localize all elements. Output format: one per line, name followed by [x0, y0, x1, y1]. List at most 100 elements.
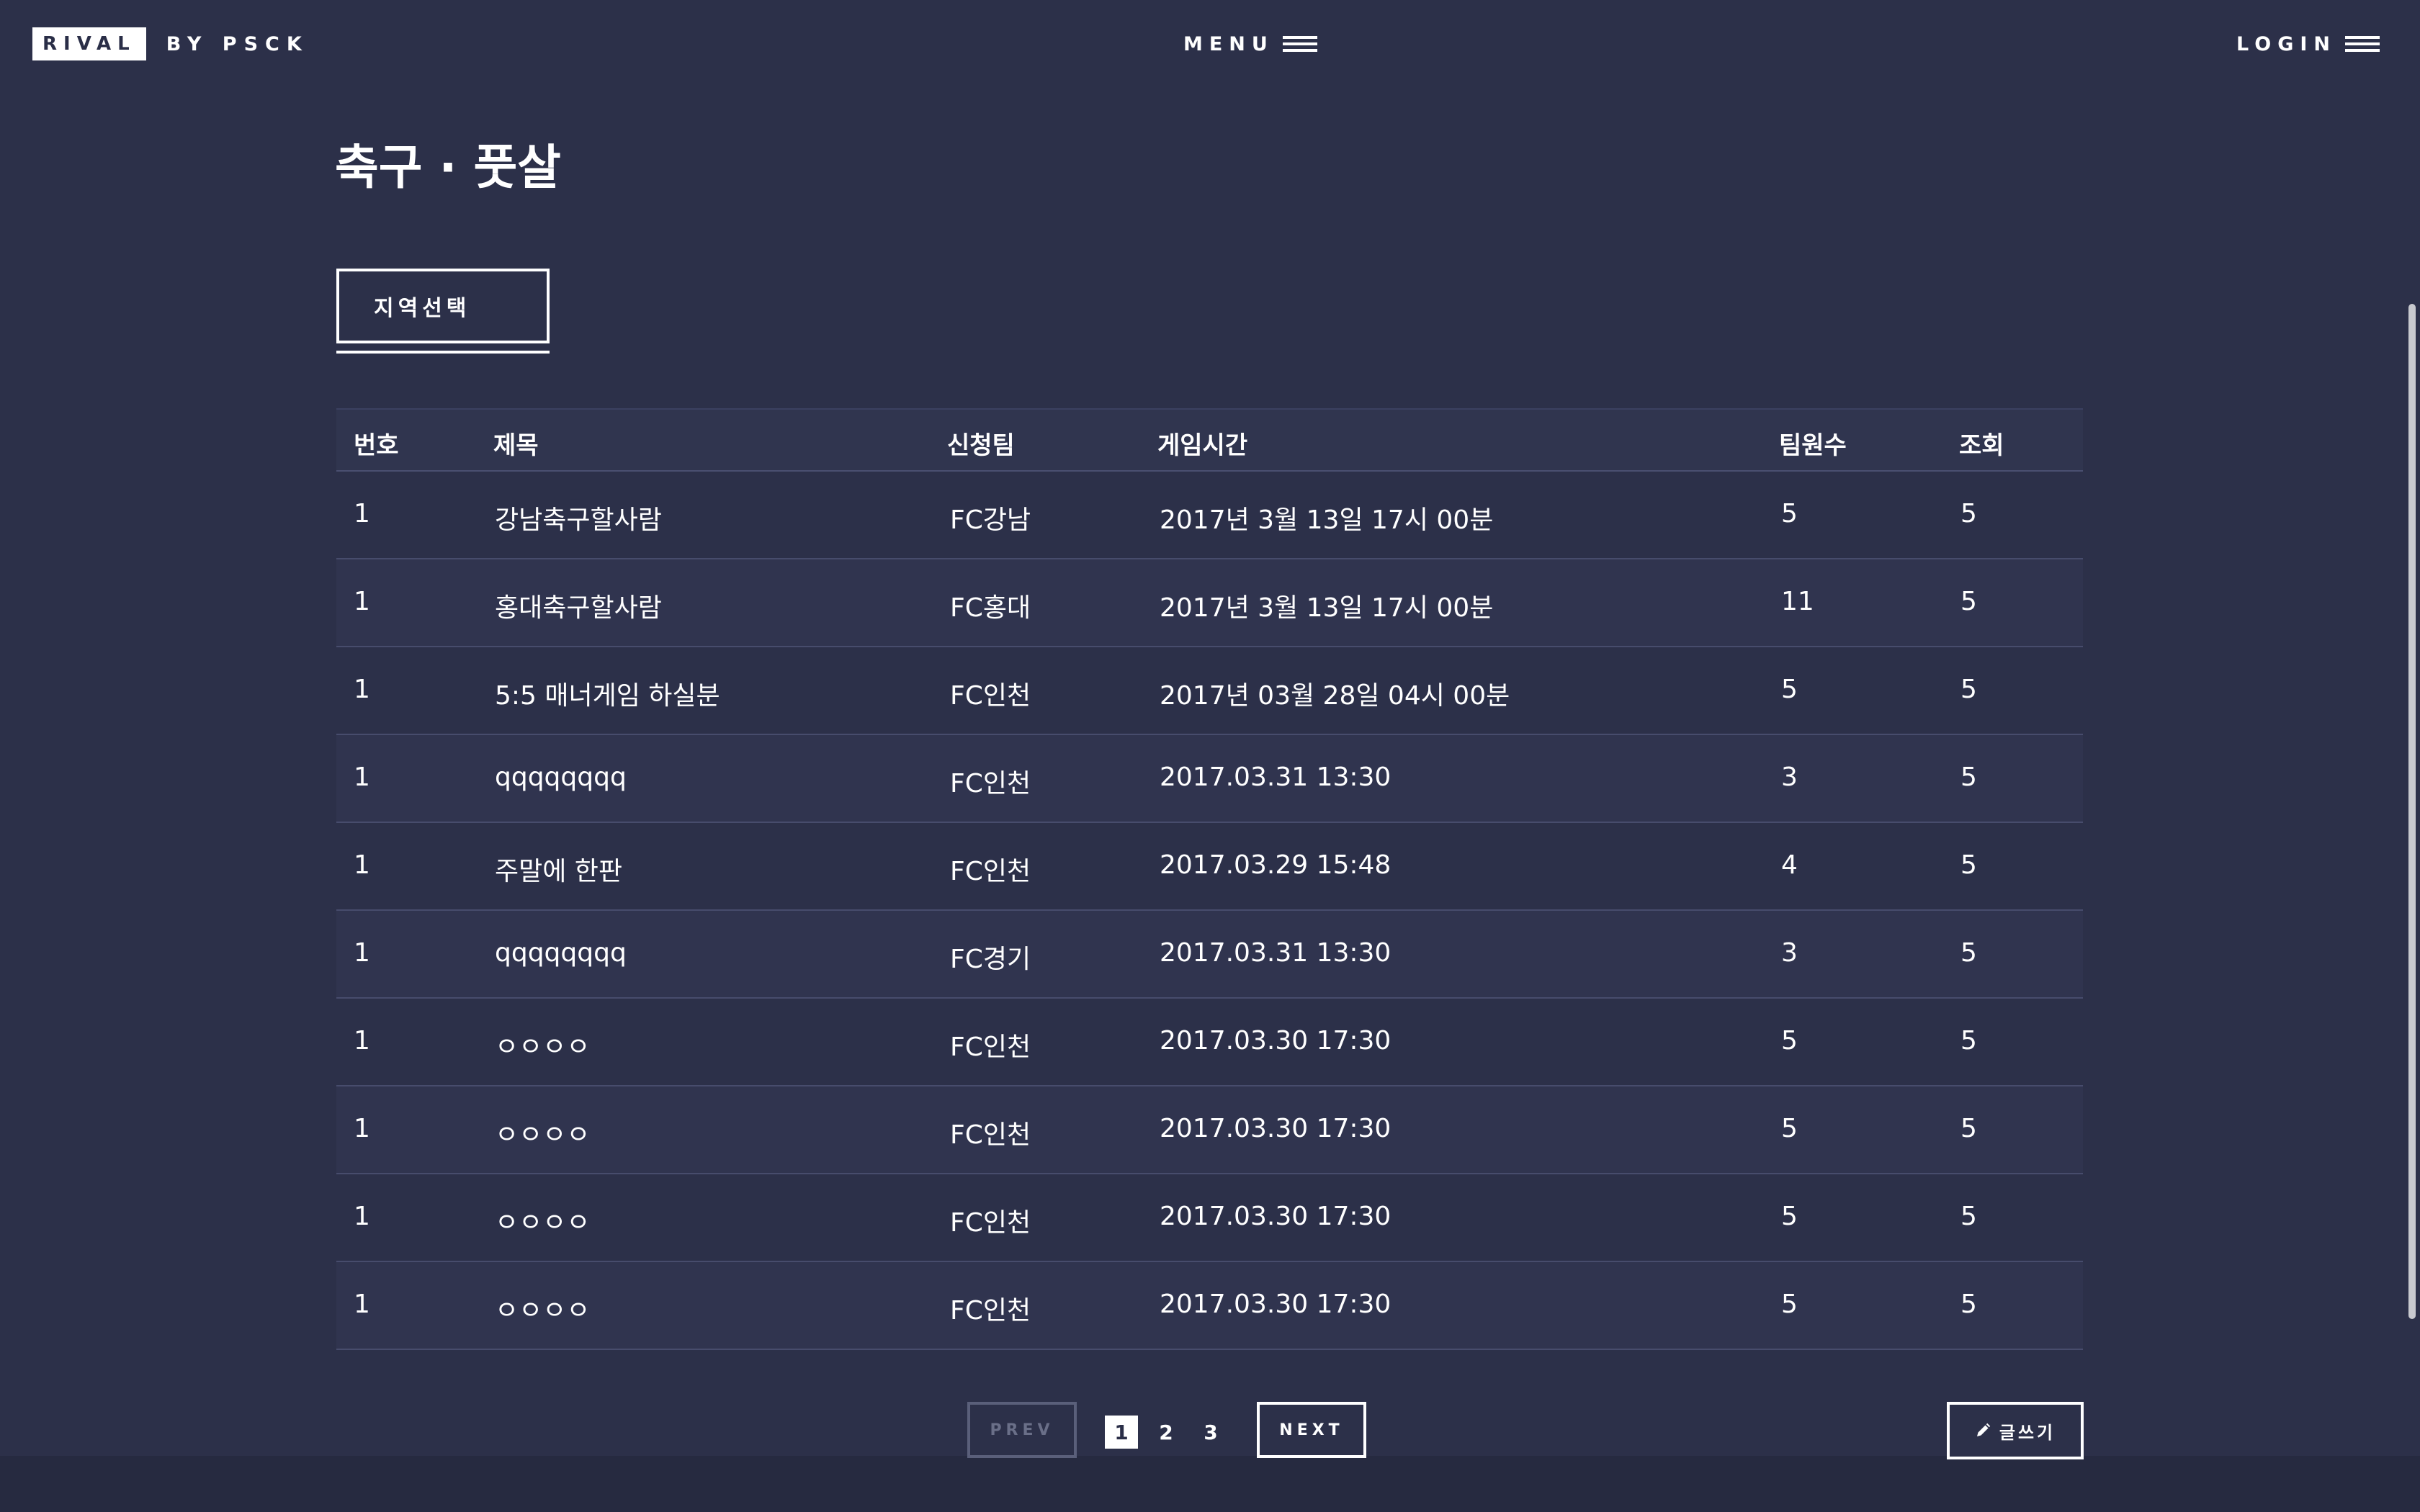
header-number: 번호 — [354, 431, 399, 460]
row-views: 5 — [1960, 499, 1977, 528]
row-title-link[interactable]: ㅇㅇㅇㅇ — [495, 1290, 590, 1327]
login-hamburger-icon — [2345, 36, 2380, 52]
row-title-link[interactable]: 강남축구할사람 — [495, 499, 662, 536]
row-member-count: 3 — [1781, 938, 1798, 968]
row-views: 5 — [1960, 938, 1977, 968]
row-views: 5 — [1960, 762, 1977, 792]
row-number: 1 — [354, 850, 370, 880]
row-member-count: 11 — [1781, 587, 1814, 616]
site-logo[interactable]: RIVAL BY PSCK — [32, 27, 309, 60]
row-game-time: 2017년 03월 28일 04시 00분 — [1160, 681, 1510, 711]
row-member-count: 5 — [1781, 1202, 1798, 1231]
header-title: 제목 — [493, 431, 539, 460]
write-post-button[interactable]: 글쓰기 — [1947, 1402, 2084, 1459]
row-team: FC홍대 — [950, 593, 1031, 623]
table-row[interactable]: 1 강남축구할사람 FC강남 2017년 3월 13일 17시 00분 5 5 — [336, 472, 2083, 559]
header-member-count: 팀원수 — [1779, 431, 1847, 460]
row-title-link[interactable]: qqqqqqqq — [495, 938, 627, 968]
row-game-time: 2017.03.30 17:30 — [1160, 1202, 1392, 1231]
row-member-count: 3 — [1781, 762, 1798, 792]
row-views: 5 — [1960, 675, 1977, 704]
row-team: FC인천 — [950, 1296, 1031, 1326]
next-page-button[interactable]: NEXT — [1257, 1402, 1366, 1458]
row-title-link[interactable]: 주말에 한판 — [495, 850, 622, 888]
row-number: 1 — [354, 499, 370, 528]
table-row[interactable]: 1 qqqqqqqq FC인천 2017.03.31 13:30 3 5 — [336, 735, 2083, 823]
pencil-icon — [1975, 1423, 1991, 1439]
table-row[interactable]: 1 qqqqqqqq FC경기 2017.03.31 13:30 3 5 — [336, 911, 2083, 999]
row-number: 1 — [354, 762, 370, 792]
region-underline-divider — [336, 351, 550, 354]
login-button[interactable]: LOGIN — [2236, 29, 2380, 59]
page-scrollbar-thumb[interactable] — [2408, 304, 2416, 1319]
row-number: 1 — [354, 587, 370, 616]
region-select-button[interactable]: 지역선택 — [336, 269, 550, 343]
row-number: 1 — [354, 675, 370, 704]
row-views: 5 — [1960, 1026, 1977, 1056]
row-views: 5 — [1960, 1114, 1977, 1143]
row-game-time: 2017.03.30 17:30 — [1160, 1290, 1392, 1319]
page-title: 축구 · 풋살 — [335, 140, 561, 195]
row-title-link[interactable]: qqqqqqqq — [495, 762, 627, 792]
prev-page-button[interactable]: PREV — [967, 1402, 1077, 1458]
login-label: LOGIN — [2236, 32, 2336, 55]
row-number: 1 — [354, 1290, 370, 1319]
row-team: FC인천 — [950, 1120, 1031, 1150]
table-row[interactable]: 1 ㅇㅇㅇㅇ FC인천 2017.03.30 17:30 5 5 — [336, 1262, 2083, 1350]
logo-box-text: RIVAL — [32, 27, 146, 60]
row-member-count: 5 — [1781, 499, 1798, 528]
row-member-count: 5 — [1781, 675, 1798, 704]
header-views: 조회 — [1959, 431, 2004, 460]
menu-button[interactable]: MENU — [1183, 29, 1317, 59]
row-team: FC강남 — [950, 505, 1031, 535]
row-views: 5 — [1960, 1290, 1977, 1319]
row-title-link[interactable]: ㅇㅇㅇㅇ — [495, 1114, 590, 1151]
write-button-label: 글쓰기 — [1999, 1422, 2056, 1443]
row-views: 5 — [1960, 1202, 1977, 1231]
table-row[interactable]: 1 ㅇㅇㅇㅇ FC인천 2017.03.30 17:30 5 5 — [336, 999, 2083, 1086]
row-game-time: 2017.03.31 13:30 — [1160, 762, 1392, 792]
row-member-count: 4 — [1781, 850, 1798, 880]
footer-band — [0, 1456, 2420, 1512]
top-navbar: RIVAL BY PSCK MENU LOGIN — [0, 0, 2420, 86]
row-team: FC인천 — [950, 1032, 1031, 1062]
row-number: 1 — [354, 1114, 370, 1143]
logo-by-text: BY PSCK — [166, 32, 309, 55]
row-game-time: 2017년 3월 13일 17시 00분 — [1160, 505, 1494, 535]
table-header: 번호 제목 신청팀 게임시간 팀원수 조회 — [336, 408, 2083, 472]
row-title-link[interactable]: 5:5 매너게임 하실분 — [495, 675, 720, 712]
row-views: 5 — [1960, 850, 1977, 880]
row-views: 5 — [1960, 587, 1977, 616]
table-row[interactable]: 1 ㅇㅇㅇㅇ FC인천 2017.03.30 17:30 5 5 — [336, 1174, 2083, 1262]
row-team: FC경기 — [950, 945, 1031, 974]
row-title-link[interactable]: ㅇㅇㅇㅇ — [495, 1202, 590, 1239]
page-number-1[interactable]: 1 — [1105, 1416, 1138, 1449]
row-member-count: 5 — [1781, 1114, 1798, 1143]
row-team: FC인천 — [950, 857, 1031, 886]
row-member-count: 5 — [1781, 1026, 1798, 1056]
row-number: 1 — [354, 1202, 370, 1231]
row-number: 1 — [354, 938, 370, 968]
page-number-3[interactable]: 3 — [1194, 1416, 1227, 1449]
row-game-time: 2017.03.31 13:30 — [1160, 938, 1392, 968]
row-game-time: 2017.03.29 15:48 — [1160, 850, 1392, 880]
row-team: FC인천 — [950, 681, 1031, 711]
header-game-time: 게임시간 — [1157, 431, 1248, 460]
row-game-time: 2017년 3월 13일 17시 00분 — [1160, 593, 1494, 623]
row-title-link[interactable]: 홍대축구할사람 — [495, 587, 662, 624]
row-team: FC인천 — [950, 769, 1031, 798]
board-table: 번호 제목 신청팀 게임시간 팀원수 조회 1 강남축구할사람 FC강남 201… — [336, 408, 2083, 1350]
table-row[interactable]: 1 주말에 한판 FC인천 2017.03.29 15:48 4 5 — [336, 823, 2083, 911]
header-team: 신청팀 — [947, 431, 1015, 460]
row-member-count: 5 — [1781, 1290, 1798, 1319]
menu-label: MENU — [1183, 32, 1274, 55]
row-title-link[interactable]: ㅇㅇㅇㅇ — [495, 1026, 590, 1063]
table-row[interactable]: 1 ㅇㅇㅇㅇ FC인천 2017.03.30 17:30 5 5 — [336, 1086, 2083, 1174]
row-game-time: 2017.03.30 17:30 — [1160, 1114, 1392, 1143]
page-number-2[interactable]: 2 — [1150, 1416, 1183, 1449]
row-number: 1 — [354, 1026, 370, 1056]
hamburger-menu-icon — [1282, 36, 1317, 52]
table-row[interactable]: 1 홍대축구할사람 FC홍대 2017년 3월 13일 17시 00분 11 5 — [336, 559, 2083, 647]
row-team: FC인천 — [950, 1208, 1031, 1238]
table-row[interactable]: 1 5:5 매너게임 하실분 FC인천 2017년 03월 28일 04시 00… — [336, 647, 2083, 735]
